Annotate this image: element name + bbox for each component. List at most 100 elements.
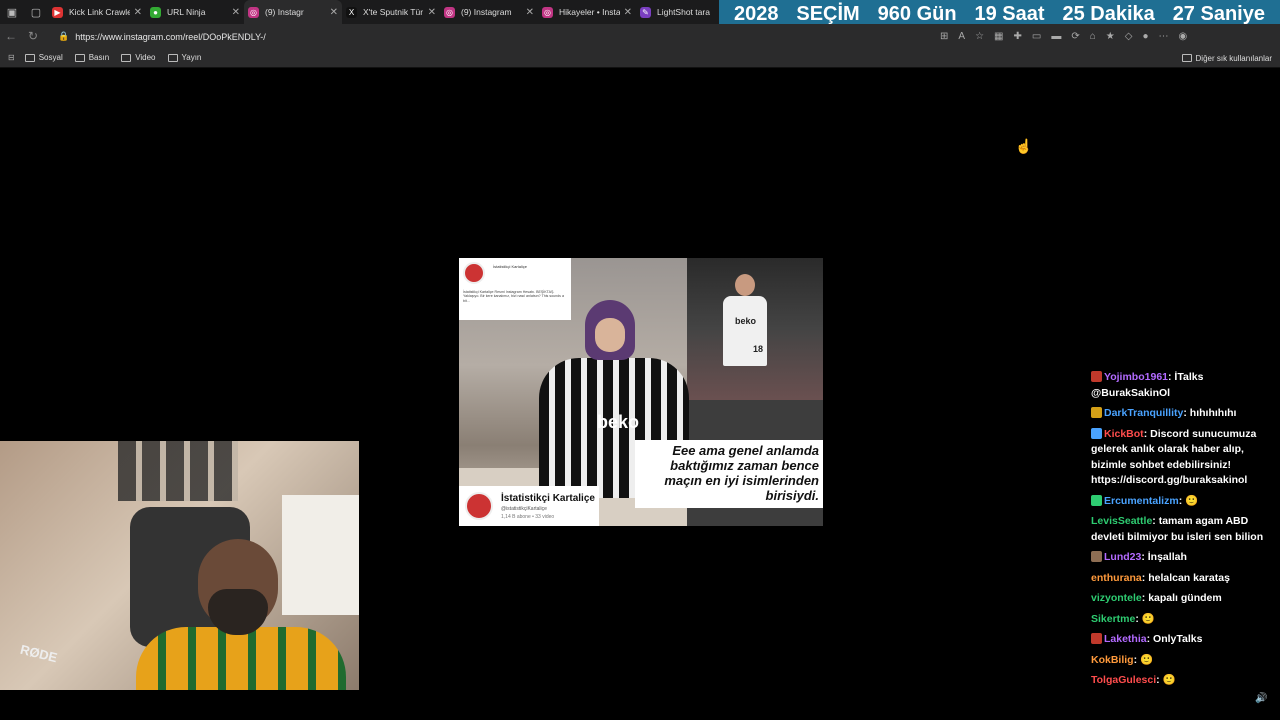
bookmark-folder[interactable]: Sosyal (24, 53, 63, 62)
tab-label[interactable]: X'te Sputnik Tür (363, 7, 424, 17)
extensions-puzzle-icon[interactable]: ⟳ (1071, 31, 1079, 42)
browser-tab[interactable]: ▶ Kick Link Crawle ✕ (48, 0, 146, 24)
more-menu-icon[interactable]: ⋯ (1158, 31, 1168, 42)
jersey-brand: beko (597, 412, 640, 432)
tab-label[interactable]: URL Ninja (167, 7, 228, 17)
bookmark-folder[interactable]: Yayın (167, 53, 202, 62)
chat-text: kapalı gündem (1148, 592, 1222, 604)
bookmark-folder[interactable]: Basın (74, 53, 109, 62)
bookmark-label[interactable]: Video (135, 53, 155, 62)
extension-icon[interactable]: ▬ (1051, 31, 1061, 42)
chat-username[interactable]: Ercumentalizm (1104, 495, 1179, 507)
user-badge-icon (1091, 633, 1102, 644)
volume-icon[interactable]: 🔊 (1255, 693, 1267, 704)
url-field[interactable]: 🔒 https://www.instagram.com/reel/DOoPkEN… (54, 28, 954, 45)
chat-username[interactable]: Lund23 (1104, 551, 1141, 563)
chat-message: LevisSeattle: tamam agam ABD devleti bil… (1091, 514, 1277, 545)
tab-favicon-icon: X (346, 6, 357, 18)
profile-avatar[interactable]: ● (1142, 31, 1148, 42)
browser-essentials-icon[interactable]: ◇ (1125, 31, 1133, 42)
user-badge-icon (1091, 371, 1102, 382)
video-caption: Eee ama genel anlamda baktığımız zaman b… (635, 440, 823, 508)
chat-username[interactable]: Sikertme (1091, 613, 1135, 625)
read-aloud-icon[interactable]: A (958, 31, 965, 42)
streamer-shirt (136, 627, 346, 690)
browser-tab[interactable]: X X'te Sputnik Tür ✕ (342, 0, 440, 24)
chat-message: DarkTranquillity: hıhıhıhıhı (1091, 406, 1277, 422)
other-bookmarks-label[interactable]: Diğer sık kullanılanlar (1196, 54, 1272, 63)
tab-label[interactable]: (9) Instagr (265, 7, 326, 17)
countdown-year: 2028 (733, 3, 779, 25)
workspaces-icon[interactable]: ▣ (0, 0, 24, 24)
folder-icon (167, 53, 178, 62)
chat-username[interactable]: enthurana (1091, 572, 1142, 584)
tab-actions-icon[interactable]: ▢ (24, 0, 48, 24)
countdown-days: 960 Gün (877, 3, 957, 25)
chat-text: İnşallah (1147, 551, 1187, 563)
tab-close-icon[interactable]: ✕ (624, 7, 632, 18)
extension-icon[interactable]: ▭ (1032, 31, 1041, 42)
chat-username[interactable]: KokBilig (1091, 654, 1134, 666)
tab-close-icon[interactable]: ✕ (330, 7, 338, 18)
browser-tab[interactable]: ◎ (9) Instagr ✕ (244, 0, 342, 24)
user-badge-icon (1091, 551, 1102, 562)
extension-icon[interactable]: ▦ (994, 31, 1003, 42)
chat-username[interactable]: Lakethia (1104, 633, 1147, 645)
player-head (735, 274, 755, 296)
app-available-icon[interactable]: ⊞ (940, 31, 948, 42)
profile-card: İstatistikçi Kartaliçe İstatistikçi Kart… (459, 258, 571, 320)
chat-message: KokBilig: 🙂 (1091, 653, 1277, 669)
stream-chat: Yojimbo1961: İTalks @BurakSakinOl DarkTra… (1091, 370, 1277, 694)
countdown-label: SEÇİM (796, 3, 860, 25)
chat-message: Yojimbo1961: İTalks @BurakSakinOl (1091, 370, 1277, 401)
tab-close-icon[interactable]: ✕ (526, 7, 534, 18)
extension-icon[interactable]: ✚ (1013, 31, 1021, 42)
folder-icon (24, 53, 35, 62)
bookmark-folder[interactable]: Video (121, 53, 156, 62)
browser-tab[interactable]: ◎ Hikayeler • Insta ✕ (538, 0, 636, 24)
favorites-icon[interactable]: ★ (1106, 31, 1115, 42)
reading-list-icon[interactable]: ⊟ (8, 53, 15, 62)
refresh-icon[interactable]: ↻ (22, 29, 44, 43)
copilot-icon[interactable]: ◉ (1178, 31, 1187, 42)
chat-username[interactable]: KickBot (1104, 428, 1144, 440)
mouse-cursor-icon: ☝ (1015, 138, 1033, 154)
chat-username[interactable]: DarkTranquillity (1104, 407, 1183, 419)
chat-text: 🙂 (1140, 653, 1154, 666)
streamer (136, 539, 346, 690)
tab-close-icon[interactable]: ✕ (428, 7, 436, 18)
favorite-star-icon[interactable]: ☆ (975, 31, 984, 42)
bookmark-label[interactable]: Yayın (182, 53, 202, 62)
chat-text: helalcan karataş (1148, 571, 1230, 584)
chat-message: Sikertme: 🙂 (1091, 612, 1277, 628)
tab-close-icon[interactable]: ✕ (134, 7, 142, 18)
chat-username[interactable]: vizyontele (1091, 592, 1142, 604)
split-screen-icon[interactable]: ⌂ (1090, 31, 1096, 42)
other-bookmarks[interactable]: Diğer sık kullanılanlar (1181, 48, 1272, 68)
chat-username[interactable]: LevisSeattle (1091, 515, 1152, 527)
browser-tab[interactable]: ● URL Ninja ✕ (146, 0, 244, 24)
channel-card: İstatistikçi Kartaliçe @istatistikçiKart… (459, 486, 599, 526)
chat-username[interactable]: Yojimbo1961 (1104, 371, 1168, 383)
back-icon[interactable]: ← (0, 29, 22, 43)
tab-label[interactable]: Hikayeler • Insta (559, 7, 620, 17)
site-info-icon[interactable]: 🔒 (58, 31, 69, 42)
folder-icon (74, 53, 85, 62)
tab-close-icon[interactable]: ✕ (232, 7, 240, 18)
url-text[interactable]: https://www.instagram.com/reel/DOoPkENDL… (75, 32, 266, 42)
bookmark-label[interactable]: Basın (89, 53, 109, 62)
tabs-container: ▶ Kick Link Crawle ✕ ● URL Ninja ✕ ◎ (9) Instag… (48, 0, 734, 24)
chat-message: Ercumentalizm: 🙂 (1091, 494, 1277, 510)
tab-favicon-icon: ✎ (640, 6, 651, 18)
chat-username[interactable]: TolgaGulesci (1091, 674, 1156, 686)
tab-label[interactable]: (9) Instagram (461, 7, 522, 17)
browser-tab[interactable]: ◎ (9) Instagram ✕ (440, 0, 538, 24)
channel-avatar (465, 492, 493, 520)
bookmark-label[interactable]: Sosyal (39, 53, 63, 62)
player-figure: beko 18 (717, 274, 777, 398)
chat-text: 🙂 (1162, 674, 1176, 686)
tab-favicon-icon: ▶ (52, 6, 63, 18)
reel-video[interactable]: beko 18 beko İstatistikçi Kartaliçe İsta… (459, 258, 823, 526)
tab-label[interactable]: Kick Link Crawle (69, 7, 130, 17)
channel-stats: 1,14 B abone • 33 video (501, 514, 555, 520)
